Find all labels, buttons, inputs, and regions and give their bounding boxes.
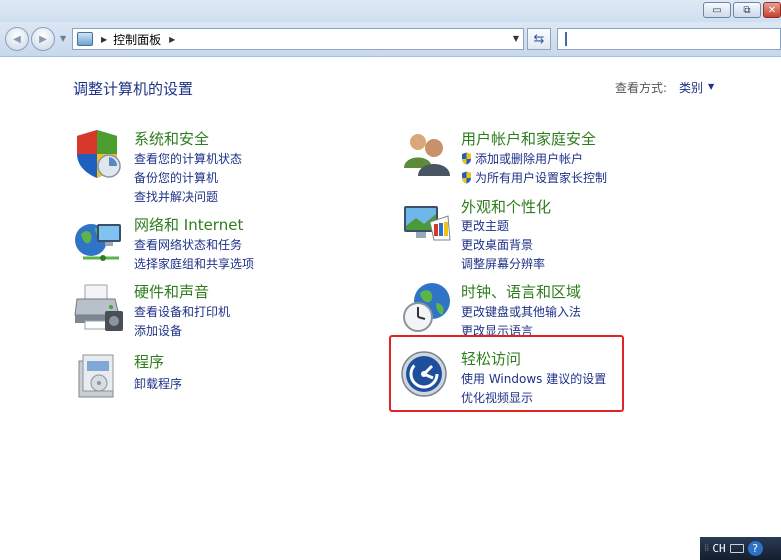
link-parental-controls[interactable]: 为所有用户设置家长控制 (461, 169, 607, 186)
clock-globe-icon[interactable] (400, 281, 454, 335)
uac-shield-icon (462, 171, 471, 184)
link-screen-resolution[interactable]: 调整屏幕分辨率 (461, 255, 545, 272)
forward-button[interactable]: ▶ (31, 27, 55, 51)
help-icon[interactable]: ? (747, 541, 763, 556)
keyboard-icon[interactable] (729, 544, 744, 553)
users-icon[interactable] (400, 128, 454, 182)
link-homegroup-sharing[interactable]: 选择家庭组和共享选项 (134, 255, 254, 272)
address-bar[interactable]: ▶ 控制面板 ▶ ▼ (72, 28, 524, 50)
category-title-hardware[interactable]: 硬件和声音 (134, 281, 209, 302)
link-view-computer-status[interactable]: 查看您的计算机状态 (134, 150, 242, 167)
address-dropdown-icon[interactable]: ▼ (513, 34, 519, 43)
link-uninstall-program[interactable]: 卸载程序 (134, 375, 182, 392)
back-button[interactable]: ◀ (5, 27, 29, 51)
link-view-network-status[interactable]: 查看网络状态和任务 (134, 236, 242, 253)
category-title-clock-region[interactable]: 时钟、语言和区域 (461, 281, 581, 302)
text-caret (565, 32, 567, 46)
shield-icon[interactable] (73, 128, 127, 182)
window-titlebar: ▭ ⧉ ✕ (0, 0, 781, 22)
close-button[interactable]: ✕ (763, 2, 781, 18)
link-parental-controls-label: 为所有用户设置家长控制 (475, 171, 608, 185)
breadcrumb-chevron-icon[interactable]: ▶ (169, 35, 175, 44)
uac-shield-icon (462, 152, 471, 165)
printer-icon[interactable] (73, 281, 127, 335)
window-controls: ▭ ⧉ ✕ (703, 2, 781, 18)
category-title-network[interactable]: 网络和 Internet (134, 214, 243, 235)
restore-button[interactable]: ⧉ (733, 2, 761, 18)
ease-of-access-icon[interactable] (400, 348, 454, 402)
control-panel-icon (77, 32, 93, 46)
link-change-background[interactable]: 更改桌面背景 (461, 236, 533, 253)
link-recommended-settings[interactable]: 使用 Windows 建议的设置 (461, 370, 606, 387)
input-language-indicator[interactable]: CH (712, 542, 725, 555)
link-troubleshoot[interactable]: 查找并解决问题 (134, 188, 218, 205)
link-devices-printers[interactable]: 查看设备和打印机 (134, 303, 230, 320)
forward-arrow-icon: ▶ (39, 33, 47, 45)
category-title-ease-of-access[interactable]: 轻松访问 (461, 348, 521, 369)
link-backup-computer[interactable]: 备份您的计算机 (134, 169, 218, 186)
link-change-theme[interactable]: 更改主题 (461, 217, 509, 234)
recent-pages-chevron-icon[interactable]: ▼ (60, 34, 66, 43)
link-add-remove-accounts-label: 添加或删除用户帐户 (475, 152, 584, 166)
view-by-dropdown[interactable]: 类别 (679, 79, 703, 96)
view-by-label: 查看方式: (615, 81, 668, 95)
category-title-appearance[interactable]: 外观和个性化 (461, 196, 551, 217)
category-title-user-accounts[interactable]: 用户帐户和家庭安全 (461, 128, 596, 149)
view-by-chevron-icon[interactable]: ▼ (708, 82, 714, 91)
breadcrumb-chevron-icon[interactable]: ▶ (101, 35, 107, 44)
tray-grip-icon: ⁞⁞ (704, 543, 709, 554)
minimize-button[interactable]: ▭ (703, 2, 731, 18)
link-change-display-language[interactable]: 更改显示语言 (461, 322, 533, 336)
refresh-button[interactable]: ⇆ (527, 28, 551, 50)
system-tray: ⁞⁞ CH ? (700, 537, 781, 560)
category-title-system-security[interactable]: 系统和安全 (134, 128, 209, 149)
link-optimize-display[interactable]: 优化视频显示 (461, 389, 533, 406)
search-input[interactable] (557, 28, 781, 50)
link-add-remove-accounts[interactable]: 添加或删除用户帐户 (461, 150, 583, 167)
network-globe-icon[interactable] (73, 214, 127, 268)
category-title-programs[interactable]: 程序 (134, 351, 164, 372)
breadcrumb-control-panel[interactable]: 控制面板 (113, 31, 161, 48)
link-add-device[interactable]: 添加设备 (134, 322, 182, 339)
page-title: 调整计算机的设置 (73, 80, 194, 98)
programs-box-icon[interactable] (73, 351, 127, 405)
back-arrow-icon: ◀ (13, 33, 21, 45)
link-change-keyboard[interactable]: 更改键盘或其他输入法 (461, 303, 581, 320)
appearance-monitor-icon[interactable] (400, 196, 454, 250)
refresh-icon: ⇆ (533, 31, 545, 47)
navigation-toolbar: ◀ ▶ ▼ ▶ 控制面板 ▶ ▼ ⇆ (0, 22, 781, 57)
